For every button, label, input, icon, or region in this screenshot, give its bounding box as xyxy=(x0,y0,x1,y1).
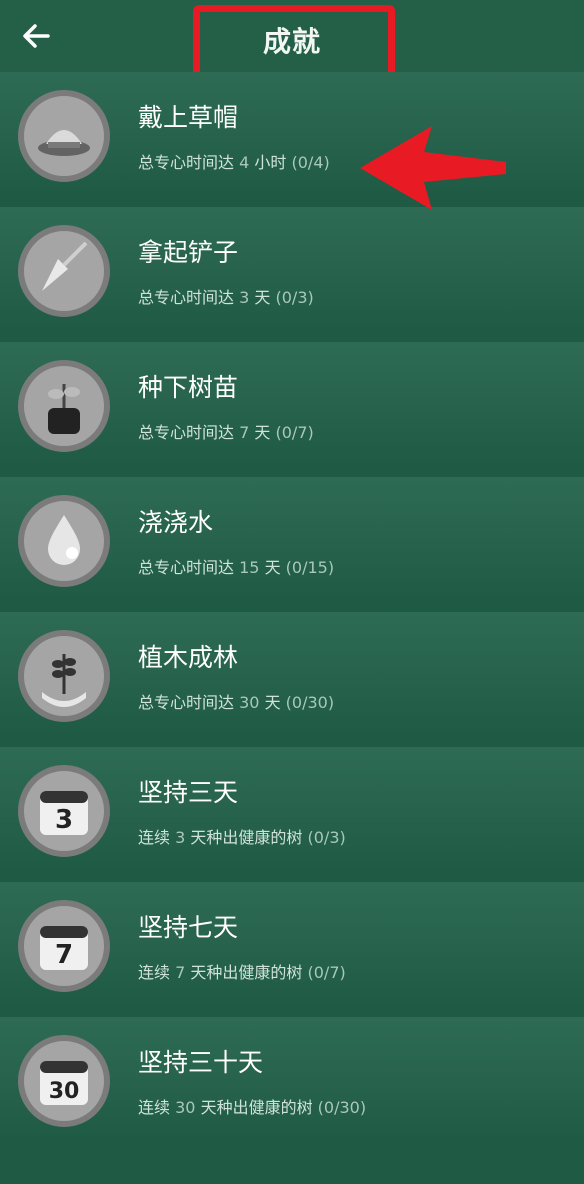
calendar-icon: 7 xyxy=(18,900,110,992)
achievement-description: 总专心时间达 4 小时 (0/4) xyxy=(138,153,330,172)
svg-text:7: 7 xyxy=(55,940,73,970)
achievement-row[interactable]: 植木成林 总专心时间达 30 天 (0/30) xyxy=(0,612,584,737)
achievement-row[interactable]: 浇浇水 总专心时间达 15 天 (0/15) xyxy=(0,477,584,602)
achievement-name: 坚持三天 xyxy=(138,778,239,807)
svg-text:3: 3 xyxy=(55,805,73,835)
achievement-name: 坚持七天 xyxy=(138,913,239,942)
achievement-description: 连续 3 天种出健康的树 (0/3) xyxy=(138,828,346,847)
svg-text:30: 30 xyxy=(49,1079,80,1104)
title-highlight-box xyxy=(193,5,395,81)
achievement-list: 戴上草帽 总专心时间达 4 小时 (0/4) 拿起铲子 总专心时间达 3 天 (… xyxy=(0,72,584,1152)
water-drop-icon xyxy=(18,495,110,587)
achievement-description: 总专心时间达 7 天 (0/7) xyxy=(138,423,314,442)
calendar-icon: 30 xyxy=(18,1035,110,1127)
achievement-description: 总专心时间达 3 天 (0/3) xyxy=(138,288,314,307)
achievement-name: 植木成林 xyxy=(138,643,239,672)
achievement-row[interactable]: 7 坚持七天 连续 7 天种出健康的树 (0/7) xyxy=(0,882,584,1007)
achievement-row[interactable]: 种下树苗 总专心时间达 7 天 (0/7) xyxy=(0,342,584,467)
achievement-name: 浇浇水 xyxy=(138,508,214,537)
achievement-row[interactable]: 拿起铲子 总专心时间达 3 天 (0/3) xyxy=(0,207,584,332)
hat-icon xyxy=(18,90,110,182)
achievement-name: 坚持三十天 xyxy=(138,1048,264,1077)
shovel-icon xyxy=(18,225,110,317)
achievement-row[interactable]: 30 坚持三十天 连续 30 天种出健康的树 (0/30) xyxy=(0,1017,584,1142)
achievement-description: 总专心时间达 30 天 (0/30) xyxy=(138,693,335,712)
calendar-icon: 3 xyxy=(18,765,110,857)
achievement-description: 总专心时间达 15 天 (0/15) xyxy=(138,558,335,577)
sapling-icon xyxy=(18,360,110,452)
achievement-row[interactable]: 3 坚持三天 连续 3 天种出健康的树 (0/3) xyxy=(0,747,584,872)
red-annotation-arrow xyxy=(360,126,506,210)
achievement-description: 连续 7 天种出健康的树 (0/7) xyxy=(138,963,346,982)
achievement-name: 拿起铲子 xyxy=(138,238,239,267)
hands-plant-icon xyxy=(18,630,110,722)
achievement-description: 连续 30 天种出健康的树 (0/30) xyxy=(138,1098,367,1117)
achievement-name: 戴上草帽 xyxy=(138,103,239,132)
achievement-name: 种下树苗 xyxy=(138,373,239,402)
